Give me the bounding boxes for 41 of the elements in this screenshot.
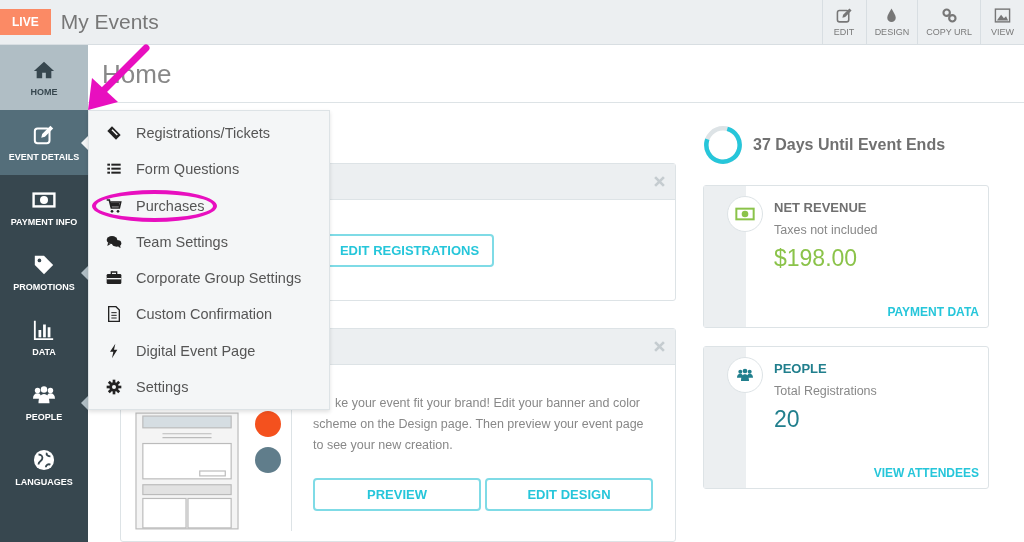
- stat-title: NET REVENUE: [774, 200, 868, 215]
- stat-value: $198.00: [774, 245, 859, 272]
- app-title: My Events: [60, 10, 159, 34]
- ticket-icon: [106, 125, 122, 142]
- sidebar-item[interactable]: PAYMENT INFO: [0, 175, 88, 240]
- menu-item[interactable]: Form Questions: [89, 151, 329, 188]
- bar-chart-icon: [32, 318, 56, 341]
- people-icon: [735, 367, 755, 383]
- settings-icon: [106, 378, 122, 395]
- link-icon: [940, 7, 958, 24]
- menu-item[interactable]: Custom Confirmation: [89, 296, 329, 333]
- cart-icon: [106, 197, 122, 214]
- people-icon: [32, 383, 56, 406]
- sidebar-item[interactable]: HOME: [0, 45, 88, 110]
- toolbar-button[interactable]: DESIGN: [865, 0, 918, 44]
- toolbar-button[interactable]: VIEW: [980, 0, 1024, 44]
- sidebar-item[interactable]: DATA: [0, 305, 88, 370]
- document-icon: [106, 306, 122, 323]
- banknote-icon: [735, 206, 755, 222]
- sidebar-item[interactable]: EVENT DETAILS: [0, 110, 88, 175]
- stat-value: 20: [774, 406, 801, 433]
- toolbar-button[interactable]: COPY URL: [917, 0, 980, 44]
- menu-item[interactable]: Registrations/Tickets: [89, 115, 329, 152]
- edit-icon: [32, 123, 56, 146]
- toolbar-button[interactable]: EDIT: [821, 0, 866, 44]
- edit-icon: [835, 7, 853, 24]
- live-badge: LIVE: [0, 9, 51, 35]
- sidebar-item[interactable]: LANGUAGES: [0, 435, 88, 500]
- menu-item[interactable]: Digital Event Page: [89, 332, 329, 369]
- briefcase-icon: [106, 270, 122, 287]
- stat-title: PEOPLE: [774, 361, 828, 376]
- globe-icon: [32, 448, 56, 471]
- stat-subtitle: Taxes not included: [774, 223, 879, 237]
- countdown-text: 37 Days Until Event Ends: [753, 136, 946, 154]
- stat-subtitle: Total Registrations: [774, 384, 878, 398]
- tag-icon: [32, 253, 56, 276]
- image-icon: [994, 7, 1011, 24]
- chat-icon: [106, 233, 122, 250]
- menu-item[interactable]: Purchases: [89, 187, 329, 224]
- color-swatch[interactable]: [255, 411, 281, 437]
- color-swatch[interactable]: [255, 447, 281, 473]
